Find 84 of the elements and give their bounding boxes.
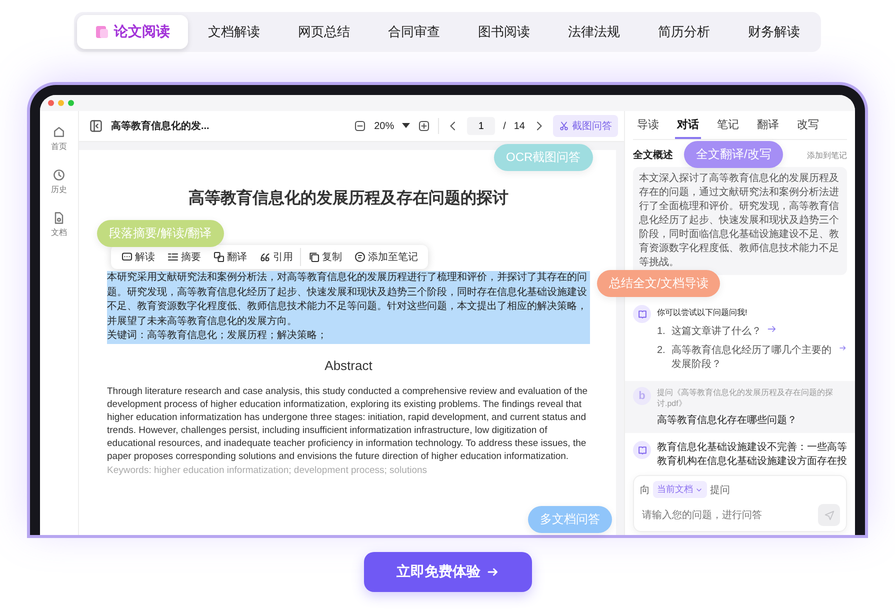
plus-icon xyxy=(418,120,430,132)
home-icon xyxy=(52,125,66,139)
panel-tab[interactable]: 改写 xyxy=(795,111,821,139)
english-keywords: Keywords: higher education informatization; development process; solutions xyxy=(107,464,428,476)
feature-bubble: 多文档问答 xyxy=(528,506,612,533)
feature-tab[interactable]: 法律法规 xyxy=(550,15,638,49)
summary-text: 本文深入探讨了高等教育信息化的发展历程及存在的问题，通过文献研究法和案例分析法进行了全面梳理和评价。研究发现，高等教育信息化经历了起步、快速发展和现状及趋势三个阶段，同时面临信息化基础设施建设不足、教育资源数字化程度低、教师信息技术能力不足等挑战。 xyxy=(633,167,847,275)
arrow-right-icon xyxy=(839,343,847,353)
selection-action[interactable]: 翻译 xyxy=(208,248,252,266)
selection-action[interactable]: 摘要 xyxy=(162,248,206,266)
question-input[interactable]: 请输入您的问题，进行问答 xyxy=(640,508,814,522)
feature-tab[interactable]: 合同审查 xyxy=(370,15,458,49)
feature-tab[interactable]: 论文阅读 xyxy=(77,15,188,49)
composer-suffix: 提问 xyxy=(710,484,730,496)
zoom-dropdown[interactable] xyxy=(402,123,410,129)
list-icon xyxy=(167,251,179,263)
scissors-icon xyxy=(559,121,569,131)
arrow-right-icon xyxy=(767,324,778,334)
zoom-out-button[interactable] xyxy=(354,120,366,132)
zoom-in-button[interactable] xyxy=(418,120,430,132)
panel-icon xyxy=(89,119,103,133)
summary-label: 全文概述 xyxy=(633,148,673,162)
selection-action[interactable]: 复制 xyxy=(300,248,347,266)
note-icon xyxy=(354,251,366,263)
maximize-dot[interactable] xyxy=(68,100,74,106)
minimize-dot[interactable] xyxy=(58,100,64,106)
screenshot-qa-button[interactable]: 截图问答 xyxy=(553,115,618,137)
selection-action[interactable]: 引用 xyxy=(254,248,298,266)
composer-prefix: 向 xyxy=(640,484,650,496)
question-number: 1. xyxy=(657,326,666,337)
user-avatar: b xyxy=(633,387,651,405)
clock-icon xyxy=(52,168,66,182)
panel-tab[interactable]: 导读 xyxy=(635,111,661,139)
feature-tab[interactable]: 图书阅读 xyxy=(460,15,548,49)
feature-tab[interactable]: 文档解读 xyxy=(190,15,278,49)
suggested-question[interactable]: 这篇文章讲了什么？ xyxy=(671,324,762,338)
book-icon xyxy=(636,308,648,320)
quote-icon xyxy=(259,251,271,263)
minus-icon xyxy=(354,120,366,132)
page-input[interactable]: 1 xyxy=(467,117,496,135)
chat-composer[interactable]: 向 当前文档 提问 请输入您的问题，进行问答 xyxy=(633,475,847,532)
feature-bubble: 总结全文/文档导读 xyxy=(597,270,720,297)
nav-item[interactable]: 首页 xyxy=(51,125,67,152)
feature-bubble: 段落摘要/解读/翻译 xyxy=(97,220,224,247)
selection-action[interactable]: 添加至笔记 xyxy=(349,248,423,266)
chat-icon xyxy=(121,251,133,263)
send-icon xyxy=(824,510,834,520)
zoom-level: 20% xyxy=(374,120,394,132)
suggestion-intro: 你可以尝试以下问题问我! xyxy=(657,307,748,318)
feature-tab[interactable]: 财务解读 xyxy=(730,15,818,49)
close-dot[interactable] xyxy=(48,100,54,106)
nav-item[interactable]: 文档 xyxy=(51,211,67,238)
book-icon xyxy=(636,444,648,456)
feature-bubble: 全文翻译/改写 xyxy=(684,141,784,168)
nav-item[interactable]: 历史 xyxy=(51,168,67,195)
arrow-right-icon xyxy=(486,566,498,578)
chinese-keywords: 关键词：高等教育信息化；发展历程；解决策略； xyxy=(107,329,590,344)
add-to-notes-link[interactable]: 添加到笔记 xyxy=(807,150,847,160)
answer-text: 教育信息化基础设施建设不完善：一些高等教育机构在信息化基础设施建设方面存在投 xyxy=(657,441,847,469)
document-title: 高等教育信息化的发展历程及存在问题的探讨 xyxy=(188,188,510,209)
file-name: 高等教育信息化的发... xyxy=(111,119,210,133)
selection-action[interactable]: 解读 xyxy=(116,248,160,266)
caret-icon xyxy=(402,123,410,129)
translate-icon xyxy=(213,251,225,263)
sidebar-toggle-icon[interactable] xyxy=(89,119,103,133)
question-context: 提问《高等教育信息化的发展历程及存在问题的探讨.pdf》 xyxy=(657,387,834,409)
page-separator: / xyxy=(503,120,506,132)
abstract-heading: Abstract xyxy=(324,358,374,372)
panel-tab[interactable]: 笔记 xyxy=(715,111,741,139)
document-icon xyxy=(95,25,109,39)
panel-tab[interactable]: 翻译 xyxy=(755,111,781,139)
feature-tab[interactable]: 网页总结 xyxy=(280,15,368,49)
question-number: 2. xyxy=(657,345,666,356)
document-icon xyxy=(52,211,66,225)
suggested-question[interactable]: 高等教育信息化经历了哪几个主要的发展阶段？ xyxy=(671,343,834,371)
copy-icon xyxy=(308,251,320,263)
free-trial-button[interactable]: 立即免费体验 xyxy=(364,552,532,592)
chinese-abstract: 本研究采用文献研究法和案例分析法，对高等教育信息化的发展历程进行了梳理和评价，并探讨了其存在的问题。研究发现，高等教育信息化经历了起步、快速发展和现状及趋势三个阶段，同时存在信息化基础设施建设不足、教育资源数字化程度低、教师信息技术能力不足等问题。针对这些问题，本文提出了相应的解决策略，并展望了未来高等教育信息化的发展方向。 xyxy=(107,271,590,329)
user-question: 高等教育信息化存在哪些问题？ xyxy=(657,414,798,427)
panel-tab[interactable]: 对话 xyxy=(675,111,701,139)
english-abstract: Through literature research and case analysis, this study conducted a comprehensive review and evaluation of the development process of higher education informatization, exploring its existing problems. The findings reveal that higher education informatization has undergone three stages: initiation, rapid development, and current status and trends. However, challenges persist, including insufficient informatization infrastructure, low digitization of educational resources, and inadequate teacher proficiency in information technology. To address these issues, the paper proposes corresponding solutions and envisions the future direction of higher education informatization. xyxy=(107,384,589,462)
feature-bubble: OCR截图问答 xyxy=(494,144,593,171)
page-count: 14 xyxy=(514,120,525,132)
feature-tab[interactable]: 简历分析 xyxy=(640,15,728,49)
